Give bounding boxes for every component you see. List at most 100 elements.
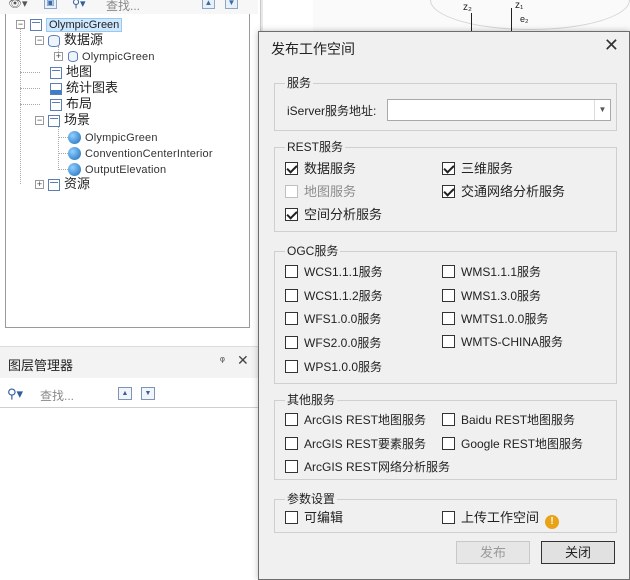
- scene-globe-icon: [68, 163, 81, 177]
- checkbox-box: [285, 511, 298, 524]
- transport-network-service-checkbox[interactable]: 交通网络分析服务: [442, 184, 565, 200]
- expand-datasource-icon[interactable]: +: [54, 52, 63, 61]
- layer-manager-toolbar: ⚲▾ 查找... ▲ ▼: [0, 380, 258, 408]
- tree-item-charts[interactable]: 统计图表: [50, 80, 118, 96]
- wmts-china-checkbox[interactable]: WMTS-CHINA服务: [442, 334, 563, 350]
- ogc-services-group: OGC服务 WCS1.1.1服务 WMS1.1.1服务 WCS1.1.2服务 W…: [274, 244, 617, 384]
- udb-icon: [68, 51, 78, 63]
- move-down-icon[interactable]: ▼: [225, 0, 238, 9]
- collapse-datasources-icon[interactable]: −: [35, 36, 44, 45]
- publish-button[interactable]: 发布: [456, 541, 530, 564]
- tree-guide-line: [20, 88, 40, 89]
- workspace-tree: − OlympicGreen − 数据源 + OlympicGreen 地图 统…: [5, 14, 250, 328]
- editable-checkbox[interactable]: 可编辑: [285, 510, 343, 526]
- other-services-group: 其他服务 ArcGIS REST地图服务 Baidu REST地图服务 ArcG…: [274, 393, 617, 480]
- arcgis-rest-map-checkbox[interactable]: ArcGIS REST地图服务: [285, 412, 426, 428]
- eye-icon[interactable]: 👁▾: [8, 0, 28, 10]
- close-icon[interactable]: ✕: [237, 352, 249, 369]
- checkbox-box: [442, 437, 455, 450]
- data-service-checkbox[interactable]: 数据服务: [285, 161, 356, 177]
- layout-icon: [50, 98, 62, 111]
- close-button[interactable]: 关闭: [541, 541, 615, 564]
- checkbox-box: [285, 312, 298, 325]
- wcs111-checkbox[interactable]: WCS1.1.1服务: [285, 264, 383, 280]
- checkbox-box: [442, 162, 455, 175]
- axis-label: z₁: [515, 0, 524, 11]
- tree-item-scene[interactable]: ConventionCenterInterior: [68, 145, 213, 161]
- tree-item-maps[interactable]: 地图: [50, 64, 92, 80]
- tree-item-layouts[interactable]: 布局: [50, 96, 92, 112]
- tree-item-scene[interactable]: OutputElevation: [68, 161, 166, 177]
- collapse-scenes-icon[interactable]: −: [35, 116, 44, 125]
- wfs100-checkbox[interactable]: WFS1.0.0服务: [285, 311, 381, 327]
- pin-icon[interactable]: ᵠ: [220, 355, 225, 367]
- checkbox-box: [442, 265, 455, 278]
- axis-label: z₂: [463, 2, 472, 13]
- checkbox-box: [442, 185, 455, 198]
- checkbox-box: [285, 437, 298, 450]
- layer-manager-titlebar: 图层管理器 ᵠ ✕: [0, 346, 258, 378]
- tree-guide-line: [58, 137, 68, 138]
- search-icon[interactable]: ⚲▾: [7, 386, 23, 402]
- scene-folder-icon: [48, 114, 60, 127]
- warning-icon[interactable]: !: [545, 515, 560, 529]
- move-up-icon[interactable]: ▲: [118, 387, 132, 400]
- scene-arc-shape: [430, 0, 630, 30]
- layer-search-input[interactable]: 查找...: [40, 387, 74, 404]
- spatial-analysis-service-checkbox[interactable]: 空间分析服务: [285, 207, 382, 223]
- tree-item-datasources[interactable]: 数据源: [48, 32, 103, 48]
- wps100-checkbox[interactable]: WPS1.0.0服务: [285, 359, 382, 375]
- baidu-rest-map-checkbox[interactable]: Baidu REST地图服务: [442, 412, 575, 428]
- axis-line: [511, 8, 512, 32]
- chart-icon: [50, 82, 62, 95]
- params-group-legend: 参数设置: [285, 492, 338, 506]
- workspace-search-input[interactable]: 查找...: [106, 0, 140, 14]
- search-icon[interactable]: ⚲▾: [72, 0, 86, 10]
- arcgis-rest-network-checkbox[interactable]: ArcGIS REST网络分析服务: [285, 459, 450, 475]
- ogc-group-legend: OGC服务: [285, 244, 341, 258]
- wms130-checkbox[interactable]: WMS1.3.0服务: [442, 288, 541, 304]
- upload-workspace-checkbox[interactable]: 上传工作空间!: [442, 510, 560, 529]
- move-down-icon[interactable]: ▼: [141, 387, 155, 400]
- rest-services-group: REST服务 数据服务 三维服务 地图服务 交通网络分析服务 空间分析服务: [274, 140, 617, 232]
- iserver-address-label: iServer服务地址:: [287, 104, 377, 118]
- arcgis-rest-feature-checkbox[interactable]: ArcGIS REST要素服务: [285, 436, 426, 452]
- 3d-service-checkbox[interactable]: 三维服务: [442, 161, 513, 177]
- checkbox-box: [442, 511, 455, 524]
- checkbox-box: [442, 312, 455, 325]
- dialog-title: 发布工作空间: [271, 41, 355, 57]
- checkbox-box: [442, 335, 455, 348]
- collapse-root-icon[interactable]: −: [16, 20, 25, 29]
- checkbox-box: [285, 265, 298, 278]
- workspace-icon[interactable]: ▣: [44, 0, 57, 9]
- tree-item-datasource[interactable]: OlympicGreen: [68, 48, 155, 64]
- chevron-down-icon[interactable]: ▼: [594, 100, 610, 120]
- wmts100-checkbox[interactable]: WMTS1.0.0服务: [442, 311, 548, 327]
- scene-canvas-band: z₂ z₁ e₂: [313, 0, 630, 32]
- tree-item-workspace-root[interactable]: OlympicGreen: [30, 16, 123, 32]
- expand-resources-icon[interactable]: +: [35, 180, 44, 189]
- axis-line: [471, 13, 472, 32]
- checkbox-box: [285, 208, 298, 221]
- publish-workspace-dialog: 发布工作空间 ✕ 服务 iServer服务地址: ▼ REST服务 数据服务 三…: [258, 31, 630, 580]
- other-group-legend: 其他服务: [285, 393, 338, 407]
- google-rest-map-checkbox[interactable]: Google REST地图服务: [442, 436, 583, 452]
- rest-group-legend: REST服务: [285, 140, 346, 154]
- service-group: 服务 iServer服务地址: ▼: [274, 76, 617, 131]
- tree-item-scene[interactable]: OlympicGreen: [68, 129, 158, 145]
- checkbox-box: [285, 162, 298, 175]
- close-icon[interactable]: ✕: [604, 35, 619, 56]
- tree-guide-line: [20, 104, 40, 105]
- move-up-icon[interactable]: ▲: [202, 0, 215, 9]
- scene-globe-icon: [68, 147, 81, 161]
- wcs112-checkbox[interactable]: WCS1.1.2服务: [285, 288, 383, 304]
- checkbox-box: [285, 460, 298, 473]
- checkbox-box: [285, 413, 298, 426]
- tree-item-resources[interactable]: 资源: [48, 176, 90, 192]
- tree-item-scenes[interactable]: 场景: [48, 112, 90, 128]
- wms111-checkbox[interactable]: WMS1.1.1服务: [442, 264, 541, 280]
- workspace-icon: [30, 18, 42, 31]
- checkbox-box: [285, 336, 298, 349]
- iserver-address-combo[interactable]: ▼: [387, 99, 611, 121]
- wfs200-checkbox[interactable]: WFS2.0.0服务: [285, 335, 381, 351]
